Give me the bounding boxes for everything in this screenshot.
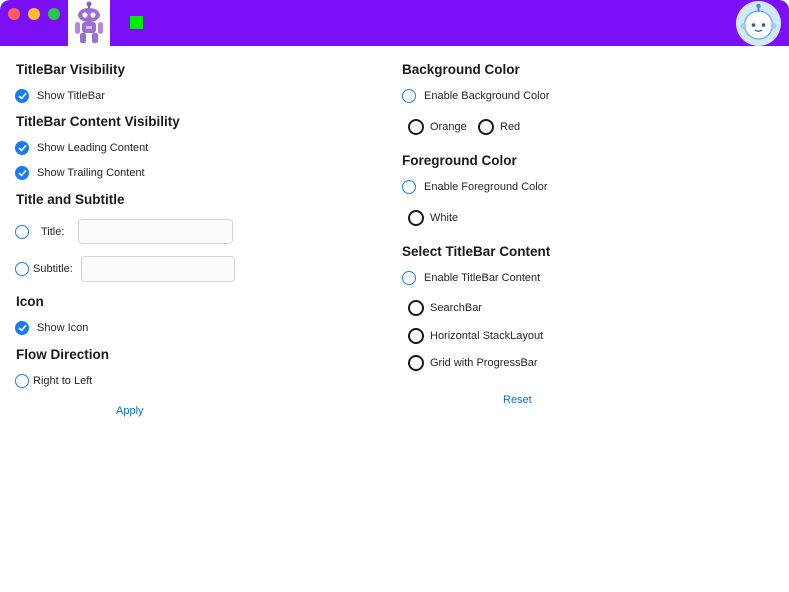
grid-with-progressbar-radio[interactable]: Grid with ProgressBar [408,353,538,373]
enable-foreground-color-label: Enable Foreground Color [424,181,548,193]
searchbar-radio[interactable]: SearchBar [408,298,482,318]
radio-circle-icon [408,119,424,135]
titlebar-visibility-heading: TitleBar Visibility [16,62,126,77]
minimize-window-button[interactable] [28,8,40,20]
show-leading-content-checkbox[interactable]: Show Leading Content [15,138,148,158]
titlebar-content-indicator [130,16,143,29]
checkmark-icon [15,141,29,155]
enable-background-color-label: Enable Background Color [424,90,550,102]
horizontal-stacklayout-label: Horizontal StackLayout [430,330,544,342]
checkmark-icon [15,321,29,335]
radio-circle-icon [478,119,494,135]
close-window-button[interactable] [8,8,20,20]
title-and-subtitle-heading: Title and Subtitle [16,192,125,207]
radio-circle-icon [402,89,416,103]
app-window: TitleBar Visibility Show TitleBar TitleB… [0,0,789,592]
subtitle-radio[interactable]: Subtitle: [15,259,73,279]
right-to-left-radio[interactable]: Right to Left [15,371,92,391]
background-color-heading: Background Color [402,62,520,77]
show-leading-content-label: Show Leading Content [37,142,149,154]
subtitle-label: Subtitle: [33,263,73,275]
show-icon-label: Show Icon [37,322,89,334]
checkmark-icon [15,89,29,103]
right-to-left-label: Right to Left [33,375,93,387]
grid-with-progressbar-label: Grid with ProgressBar [430,357,538,369]
subtitle-input[interactable] [81,256,235,282]
radio-circle-icon [15,225,29,239]
show-icon-checkbox[interactable]: Show Icon [15,318,88,338]
radio-circle-icon [402,180,416,194]
searchbar-label: SearchBar [430,302,482,314]
title-label: Title: [41,226,65,238]
show-titlebar-label: Show TitleBar [37,90,105,102]
radio-circle-icon [408,300,424,316]
enable-titlebar-content-radio[interactable]: Enable TitleBar Content [402,268,540,288]
orange-radio[interactable]: Orange [408,117,467,137]
flow-direction-heading: Flow Direction [16,347,110,362]
maximize-window-button[interactable] [48,8,60,20]
apply-button[interactable]: Apply [116,405,144,417]
red-radio[interactable]: Red [478,117,520,137]
enable-foreground-color-radio[interactable]: Enable Foreground Color [402,177,548,197]
show-titlebar-checkbox[interactable]: Show TitleBar [15,86,105,106]
show-trailing-content-label: Show Trailing Content [37,167,145,179]
enable-background-color-radio[interactable]: Enable Background Color [402,86,549,106]
show-trailing-content-checkbox[interactable]: Show Trailing Content [15,163,145,183]
radio-circle-icon [408,328,424,344]
white-radio[interactable]: White [408,208,458,228]
radio-circle-icon [408,210,424,226]
radio-circle-icon [15,374,29,388]
red-label: Red [500,121,521,133]
title-bar [0,0,789,46]
titlebar-content-visibility-heading: TitleBar Content Visibility [16,114,180,129]
robot-mascot-icon [68,0,110,46]
title-radio[interactable]: Title: [15,222,64,242]
bot-avatar-icon[interactable] [736,1,781,46]
reset-button[interactable]: Reset [503,394,532,406]
icon-heading: Icon [16,294,44,309]
radio-circle-icon [402,271,416,285]
radio-circle-icon [408,355,424,371]
enable-titlebar-content-label: Enable TitleBar Content [424,272,541,284]
horizontal-stacklayout-radio[interactable]: Horizontal StackLayout [408,326,543,346]
white-label: White [430,212,459,224]
title-input[interactable] [78,219,233,244]
checkmark-icon [15,166,29,180]
orange-label: Orange [430,121,467,133]
radio-circle-icon [15,262,29,276]
foreground-color-heading: Foreground Color [402,153,517,168]
select-titlebar-content-heading: Select TitleBar Content [402,244,551,259]
